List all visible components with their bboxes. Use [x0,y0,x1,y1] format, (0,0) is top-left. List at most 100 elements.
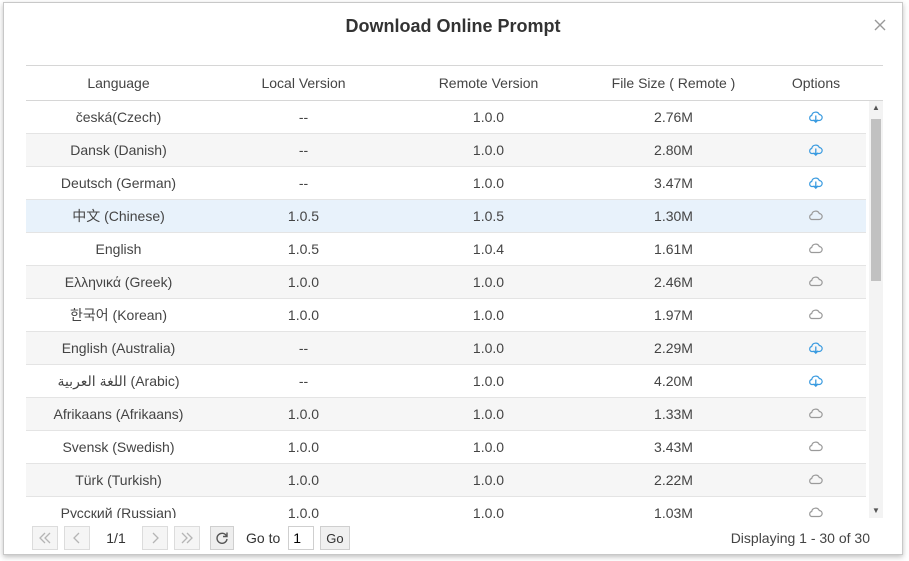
file-size-cell: 4.20M [654,373,693,389]
remote-version-cell: 1.0.0 [472,373,505,389]
file-size-cell: 2.80M [654,142,693,158]
close-icon[interactable] [872,17,888,33]
file-size-cell: 1.33M [654,406,693,422]
language-cell: 한국어 (Korean) [70,307,167,323]
language-cell: Ελληνικά (Greek) [64,274,173,290]
cloud-icon [807,472,825,488]
language-cell: 中文 (Chinese) [72,208,165,224]
refresh-icon [216,532,228,544]
remote-version-cell: 1.0.0 [472,472,505,488]
cloud-download-icon[interactable] [807,373,825,389]
local-version-cell: 1.0.0 [287,439,320,455]
options-cell [766,307,866,323]
cloud-icon [807,208,825,224]
remote-version-cell: 1.0.0 [472,406,505,422]
table-row[interactable]: 한국어 (Korean) 1.0.0 1.0.0 1.97M [26,299,866,332]
remote-version-cell: 1.0.0 [472,175,505,191]
table-row[interactable]: English (Australia) -- 1.0.0 2.29M [26,332,866,365]
remote-version-cell: 1.0.0 [472,439,505,455]
local-version-cell: 1.0.5 [287,208,320,224]
file-size-cell: 2.76M [654,109,693,125]
options-cell [766,373,866,389]
page-info: 1/1 [106,530,126,546]
double-chevron-left-icon [39,532,51,544]
table-row[interactable]: اللغة العربية (Arabic) -- 1.0.0 4.20M [26,365,866,398]
first-page-button[interactable] [32,526,58,550]
options-cell [766,274,866,290]
options-cell [766,241,866,257]
remote-version-cell: 1.0.4 [472,241,505,257]
options-cell [766,472,866,488]
table-row[interactable]: česká(Czech) -- 1.0.0 2.76M [26,101,866,134]
cloud-icon [807,274,825,290]
language-cell: English [95,241,142,257]
local-version-cell: -- [298,373,309,389]
download-online-prompt-dialog: Download Online Prompt Language Local Ve… [3,2,903,555]
language-cell: Afrikaans (Afrikaans) [53,406,184,422]
file-size-cell: 2.29M [654,340,693,356]
header-language[interactable]: Language [26,75,211,91]
vertical-scrollbar[interactable]: ▲ ▼ [869,101,883,518]
scroll-down-arrow[interactable]: ▼ [869,504,883,518]
local-version-cell: -- [298,142,309,158]
next-page-button[interactable] [142,526,168,550]
remote-version-cell: 1.0.0 [472,307,505,323]
table-row[interactable]: Svensk (Swedish) 1.0.0 1.0.0 3.43M [26,431,866,464]
cloud-icon [807,307,825,323]
last-page-button[interactable] [174,526,200,550]
file-size-cell: 1.30M [654,208,693,224]
table-row[interactable]: Deutsch (German) -- 1.0.0 3.47M [26,167,866,200]
remote-version-cell: 1.0.0 [472,109,505,125]
prev-page-button[interactable] [64,526,90,550]
options-cell [766,505,866,518]
language-cell: Svensk (Swedish) [62,439,175,455]
table-row[interactable]: English 1.0.5 1.0.4 1.61M [26,233,866,266]
refresh-button[interactable] [210,526,234,550]
remote-version-cell: 1.0.0 [472,274,505,290]
table-row[interactable]: Afrikaans (Afrikaans) 1.0.0 1.0.0 1.33M [26,398,866,431]
options-cell [766,340,866,356]
header-remote-version[interactable]: Remote Version [396,75,581,91]
language-cell: Türk (Turkish) [75,472,162,488]
remote-version-cell: 1.0.0 [472,340,505,356]
file-size-cell: 1.61M [654,241,693,257]
goto-page-input[interactable] [288,526,315,550]
table-row[interactable]: Ελληνικά (Greek) 1.0.0 1.0.0 2.46M [26,266,866,299]
options-cell [766,439,866,455]
cloud-download-icon[interactable] [807,340,825,356]
scroll-up-arrow[interactable]: ▲ [869,101,883,115]
local-version-cell: -- [298,340,309,356]
language-cell: Pусский (Russian) [60,505,177,518]
table-row[interactable]: 中文 (Chinese) 1.0.5 1.0.5 1.30M [26,200,866,233]
remote-version-cell: 1.0.0 [472,505,505,518]
go-button[interactable]: Go [320,526,350,550]
language-cell: česká(Czech) [75,109,162,125]
options-cell [766,175,866,191]
file-size-cell: 1.03M [654,505,693,518]
local-version-cell: 1.0.0 [287,307,320,323]
file-size-cell: 2.22M [654,472,693,488]
remote-version-cell: 1.0.5 [472,208,505,224]
options-cell [766,406,866,422]
cloud-download-icon[interactable] [807,175,825,191]
header-local-version[interactable]: Local Version [211,75,396,91]
scroll-thumb[interactable] [871,119,881,281]
table-row[interactable]: Türk (Turkish) 1.0.0 1.0.0 2.22M [26,464,866,497]
file-size-cell: 3.47M [654,175,693,191]
cloud-download-icon[interactable] [807,142,825,158]
goto-label: Go to [246,530,281,546]
language-cell: Dansk (Danish) [70,142,167,158]
local-version-cell: 1.0.0 [287,274,320,290]
chevron-right-icon [152,532,159,544]
options-cell [766,109,866,125]
language-cell: Deutsch (German) [60,175,177,191]
pagination-bar: 1/1 Go to Go [32,525,350,551]
local-version-cell: 1.0.0 [287,472,320,488]
cloud-download-icon[interactable] [807,109,825,125]
options-cell [766,208,866,224]
table-row[interactable]: Dansk (Danish) -- 1.0.0 2.80M [26,134,866,167]
chevron-left-icon [73,532,80,544]
table-row[interactable]: Pусский (Russian) 1.0.0 1.0.0 1.03M [26,497,866,518]
cloud-icon [807,406,825,422]
header-file-size[interactable]: File Size ( Remote ) [581,75,766,91]
